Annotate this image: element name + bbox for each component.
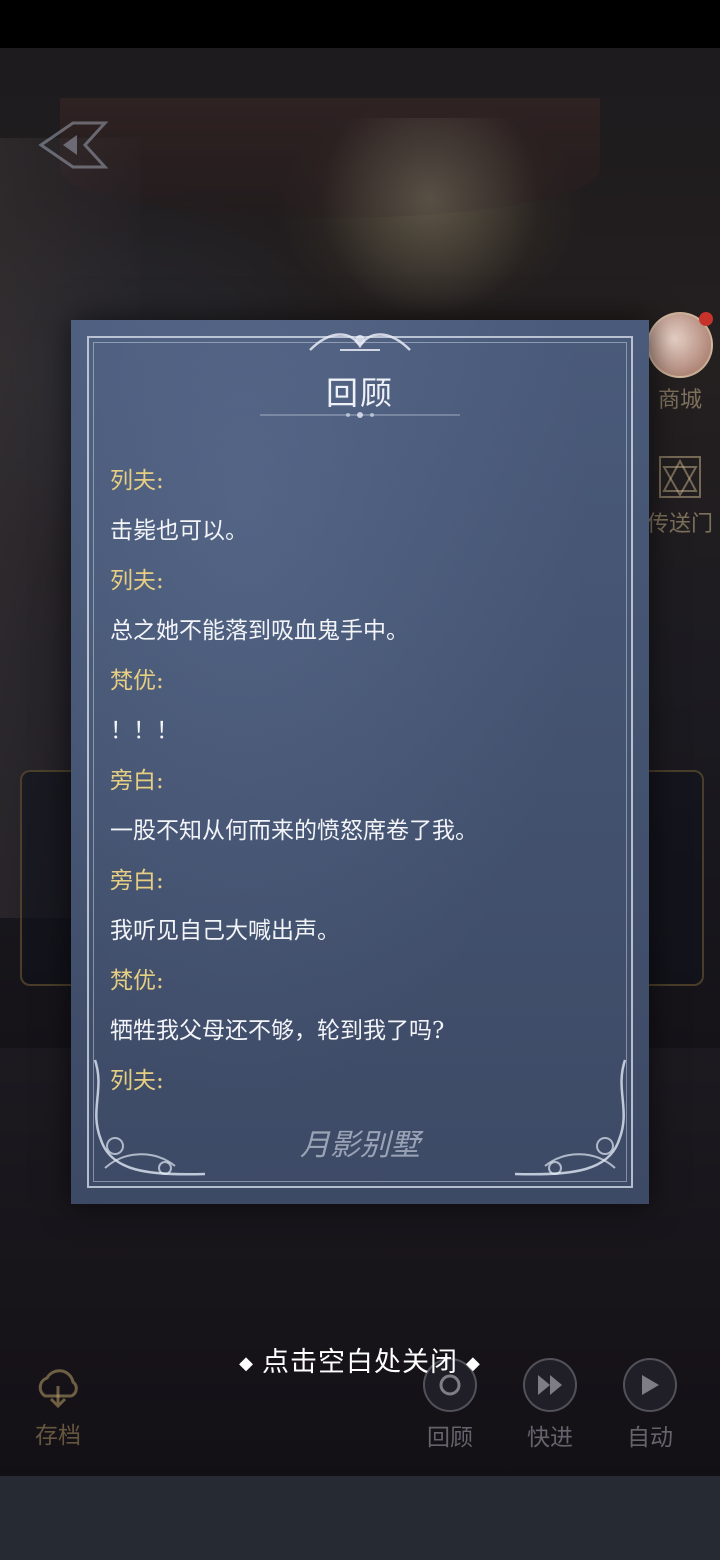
portal-icon: [659, 456, 701, 498]
dialogue-line: 击毙也可以。: [110, 518, 248, 544]
game-logo: 月影别墅: [300, 1128, 420, 1163]
review-panel[interactable]: 回顾 列夫: 击毙也可以。 列夫: 总之她不能落到吸血鬼手中。 梵优: ！！！ …: [71, 320, 649, 1204]
shop-button[interactable]: 商城: [640, 312, 720, 414]
diamond-icon: ◆: [239, 1353, 254, 1374]
review-label: 回顾: [427, 1425, 473, 1451]
speaker-name: 旁白:: [110, 768, 164, 794]
speaker-name: 梵优:: [110, 668, 164, 694]
dialogue-line: 总之她不能落到吸血鬼手中。: [110, 618, 409, 644]
corner-ornament-icon: [514, 1059, 627, 1176]
corner-ornament-icon: [93, 1059, 206, 1176]
dialogue-line: 我听见自己大喊出声。: [110, 918, 340, 944]
title-divider-icon: [260, 412, 460, 418]
close-hint[interactable]: ◆ 点击空白处关闭 ◆: [0, 1340, 720, 1379]
back-button[interactable]: [28, 110, 118, 180]
auto-label: 自动: [627, 1425, 673, 1451]
speaker-name: 列夫:: [110, 468, 164, 494]
close-hint-text: 点击空白处关闭: [262, 1347, 458, 1378]
fast-forward-label: 快进: [527, 1425, 573, 1451]
back-icon: [38, 121, 109, 169]
shop-avatar: [647, 312, 713, 378]
review-entries: 列夫: 击毙也可以。 列夫: 总之她不能落到吸血鬼手中。 梵优: ！！！ 旁白:…: [110, 456, 610, 1106]
portal-button[interactable]: 传送门: [640, 452, 720, 538]
dialogue-line: 一股不知从何而来的愤怒席卷了我。: [110, 818, 478, 844]
notification-dot: [699, 312, 713, 326]
system-navigation-bar: [0, 1476, 720, 1560]
speaker-name: 梵优:: [110, 968, 164, 994]
dialogue-line: ！！！: [110, 718, 179, 744]
diamond-icon: ◆: [466, 1353, 481, 1374]
top-ornament-icon: [309, 333, 411, 351]
shop-label: 商城: [657, 388, 702, 413]
speaker-name: 列夫:: [110, 568, 164, 594]
portal-label: 传送门: [646, 512, 713, 537]
dialogue-line: 牺牲我父母还不够，轮到我了吗?: [110, 1018, 445, 1044]
speaker-name: 旁白:: [110, 868, 164, 894]
status-bar: [0, 0, 720, 48]
